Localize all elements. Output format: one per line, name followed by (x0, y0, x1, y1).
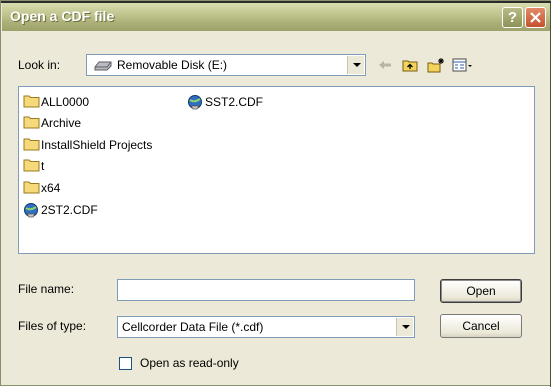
file-name: t (41, 159, 45, 173)
close-button[interactable] (525, 7, 546, 28)
help-button[interactable]: ? (502, 7, 523, 28)
look-in-value: Removable Disk (E:) (117, 58, 228, 72)
up-folder-icon (402, 60, 418, 72)
cancel-button[interactable]: Cancel (440, 314, 522, 338)
file-name: ALL0000 (41, 95, 90, 109)
back-arrow-icon (379, 61, 391, 69)
cdf-file-icon (188, 95, 202, 110)
file-type-value: Cellcorder Data File (*.cdf) (122, 320, 264, 334)
look-in-dropdown[interactable]: Removable Disk (E:) (86, 54, 366, 76)
new-folder-icon (427, 58, 444, 73)
file-type-label: Files of type: (18, 319, 87, 333)
chevron-down-icon[interactable] (396, 318, 413, 336)
file-name: Archive (41, 116, 82, 130)
cdf-file-icon (24, 203, 38, 218)
file-name-label: File name: (18, 282, 75, 296)
folder-icon (23, 116, 40, 129)
read-only-checkbox[interactable] (119, 357, 132, 370)
file-name: InstallShield Projects (41, 138, 153, 152)
file-list[interactable]: ALL0000 Archive InstallShield Projects t… (18, 86, 535, 254)
folder-icon (23, 95, 40, 108)
file-name-field[interactable] (117, 279, 415, 301)
title-bar[interactable]: Open a CDF file ? (2, 3, 550, 31)
folder-icon (23, 159, 40, 172)
file-name: x64 (41, 181, 61, 195)
back-button[interactable] (374, 54, 396, 76)
open-button[interactable]: Open (440, 279, 522, 303)
dialog-title: Open a CDF file (10, 8, 115, 24)
folder-icon (23, 181, 40, 194)
file-name: SST2.CDF (205, 95, 264, 109)
file-type-dropdown[interactable]: Cellcorder Data File (*.cdf) (117, 316, 415, 338)
look-in-label: Look in: (18, 58, 61, 72)
up-folder-button[interactable] (399, 54, 421, 76)
open-file-dialog: Open a CDF file ? Look in: Removable Dis… (0, 0, 551, 387)
chevron-down-icon[interactable] (347, 56, 364, 74)
question-mark-icon: ? (507, 9, 518, 26)
read-only-label[interactable]: Open as read-only (140, 356, 239, 370)
new-folder-button[interactable] (424, 54, 446, 76)
drive-icon (94, 61, 112, 71)
close-icon (530, 12, 541, 23)
view-menu-icon (452, 58, 472, 72)
file-name: 2ST2.CDF (41, 203, 98, 217)
folder-icon (23, 138, 40, 151)
view-menu-button[interactable] (449, 54, 477, 76)
